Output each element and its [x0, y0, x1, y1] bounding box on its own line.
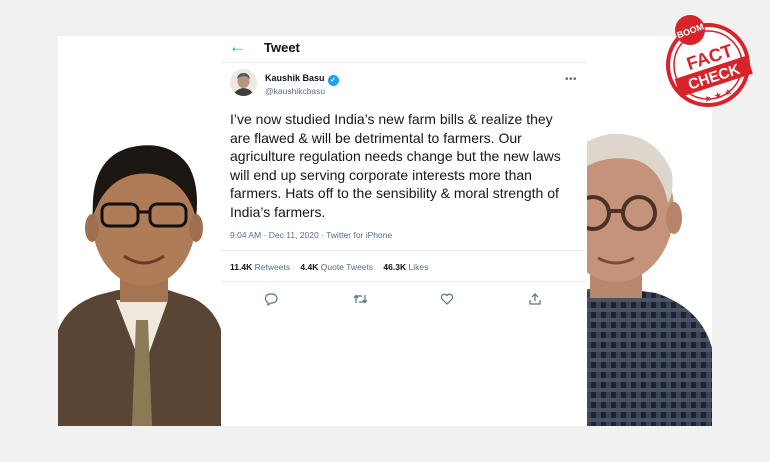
- likes-count: 46.3K: [383, 262, 407, 272]
- verified-icon: ✓: [327, 75, 339, 86]
- like-icon: [440, 293, 454, 305]
- author-name[interactable]: Kaushik Basu ✓: [265, 73, 339, 86]
- retweets-label: Retweets: [254, 262, 291, 272]
- author-handle[interactable]: @kaushikcbasu: [265, 86, 325, 96]
- page-title: Tweet: [264, 40, 300, 55]
- divider: [221, 62, 587, 63]
- quotes-stat[interactable]: 4.4K Quote Tweets: [300, 262, 373, 272]
- retweets-count: 11.4K: [230, 262, 253, 272]
- more-icon[interactable]: •••: [565, 74, 577, 85]
- tweet-stats: 11.4K Retweets 4.4K Quote Tweets 46.3K L…: [230, 262, 436, 272]
- divider: [221, 281, 587, 282]
- tweet-header: ← Tweet: [221, 36, 587, 60]
- tweet-actions: [221, 287, 587, 311]
- avatar[interactable]: [230, 69, 257, 96]
- share-button[interactable]: [523, 287, 547, 311]
- like-button[interactable]: [435, 287, 459, 311]
- likes-label: Likes: [408, 262, 429, 272]
- likes-stat[interactable]: 46.3K Likes: [383, 262, 428, 272]
- quotes-count: 4.4K: [300, 262, 319, 272]
- tweet-meta: 9:04 AM · Dec 11, 2020 · Twitter for iPh…: [230, 230, 393, 240]
- divider: [221, 250, 587, 251]
- quotes-label: Quote Tweets: [320, 262, 374, 272]
- retweet-icon: [353, 294, 367, 304]
- reply-icon: [264, 293, 278, 306]
- retweets-stat[interactable]: 11.4K Retweets: [230, 262, 290, 272]
- avatar-image: [230, 69, 257, 96]
- reply-button[interactable]: [259, 287, 283, 311]
- fact-check-badge: BOOM FACT CHECK ★ ★ ★: [666, 15, 753, 107]
- share-icon: [529, 293, 541, 305]
- back-arrow-icon[interactable]: ←: [229, 37, 246, 57]
- left-person-photo: [58, 145, 230, 426]
- author-name-text: Kaushik Basu: [265, 73, 325, 83]
- tweet-text: I’ve now studied India’s new farm bills …: [230, 111, 561, 220]
- tweet-card: ← Tweet Kaushik Basu ✓ @kaushikcbasu ••• …: [221, 36, 587, 426]
- retweet-button[interactable]: [348, 287, 372, 311]
